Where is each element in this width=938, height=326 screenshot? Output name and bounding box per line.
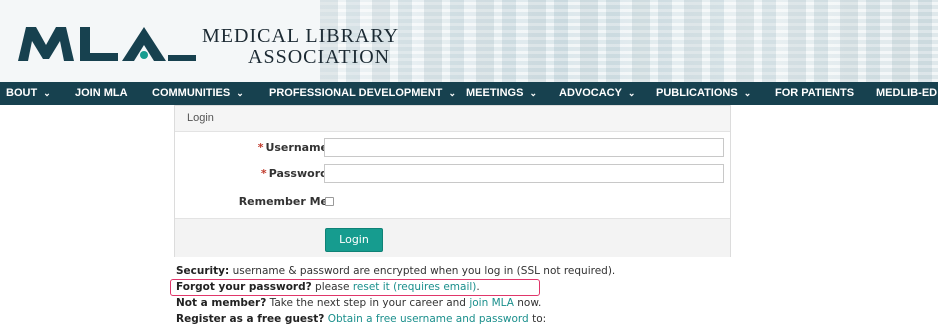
nav-label: FOR PATIENTS bbox=[775, 87, 855, 99]
nav-label: PUBLICATIONS bbox=[656, 87, 738, 99]
nav-label: PROFESSIONAL DEVELOPMENT bbox=[269, 87, 443, 99]
membership-heading: Not a member? bbox=[176, 297, 267, 309]
remember-me-label: Remember Me bbox=[238, 195, 328, 208]
nav-item-for-patients[interactable]: FOR PATIENTS bbox=[775, 82, 854, 105]
password-label-text: Password bbox=[268, 167, 328, 180]
nav-label: MEDLIB-ED bbox=[876, 87, 938, 99]
main-nav: BOUT ⌄ JOIN MLA COMMUNITIES ⌄ PROFESSION… bbox=[0, 82, 938, 105]
membership-text: Take the next step in your career and bbox=[266, 297, 470, 309]
nav-label: COMMUNITIES bbox=[152, 87, 231, 99]
chevron-down-icon: ⌄ bbox=[43, 88, 51, 98]
guest-heading: Register as a free guest? bbox=[176, 313, 325, 325]
username-input[interactable] bbox=[324, 138, 724, 157]
username-label: * Username bbox=[258, 141, 328, 154]
chevron-down-icon: ⌄ bbox=[448, 88, 456, 98]
required-marker: * bbox=[257, 141, 264, 154]
nav-item-advocacy[interactable]: ADVOCACY ⌄ bbox=[559, 82, 635, 105]
guest-end: to: bbox=[528, 313, 547, 325]
security-note-heading: Security: bbox=[176, 265, 230, 277]
obtain-guest-account-link[interactable]: Obtain a free username and password bbox=[328, 313, 529, 325]
nav-label: ADVOCACY bbox=[559, 87, 622, 99]
chevron-down-icon: ⌄ bbox=[627, 88, 636, 98]
join-mla-link[interactable]: join MLA bbox=[469, 297, 514, 309]
header-banner: Medical Library Association bbox=[0, 0, 938, 82]
chevron-down-icon: ⌄ bbox=[743, 88, 752, 98]
chevron-down-icon: ⌄ bbox=[236, 88, 244, 98]
nav-item-publications[interactable]: PUBLICATIONS ⌄ bbox=[656, 82, 751, 105]
security-note: Security: username & password are encryp… bbox=[176, 265, 615, 277]
nav-label: BOUT bbox=[6, 87, 38, 99]
chevron-down-icon: ⌄ bbox=[529, 88, 538, 98]
logo-line-2: Association bbox=[248, 46, 391, 68]
membership-note: Not a member? Take the next step in your… bbox=[176, 297, 541, 309]
remember-me-checkbox[interactable] bbox=[325, 197, 334, 206]
forgot-password-end: . bbox=[476, 281, 480, 293]
nav-item-medlib-ed[interactable]: MEDLIB-ED bbox=[876, 82, 937, 105]
username-row: * Username bbox=[175, 138, 730, 160]
nav-item-professional-development[interactable]: PROFESSIONAL DEVELOPMENT ⌄ bbox=[269, 82, 456, 105]
login-panel-title: Login bbox=[175, 106, 730, 132]
forgot-password-text: please bbox=[311, 281, 353, 293]
logo-line-1: Medical Library bbox=[202, 25, 400, 47]
nav-item-communities[interactable]: COMMUNITIES ⌄ bbox=[152, 82, 244, 105]
remember-row: Remember Me bbox=[175, 192, 730, 214]
nav-item-meetings[interactable]: MEETINGS ⌄ bbox=[466, 82, 537, 105]
reset-password-link[interactable]: reset it (requires email) bbox=[353, 281, 477, 293]
password-row: * Password bbox=[175, 164, 730, 186]
forgot-password-note: Forgot your password? please reset it (r… bbox=[176, 281, 480, 293]
login-button[interactable]: Login bbox=[325, 228, 383, 252]
banner-background bbox=[320, 0, 938, 82]
forgot-password-heading: Forgot your password? bbox=[176, 281, 312, 293]
nav-item-join-mla[interactable]: JOIN MLA bbox=[75, 82, 128, 105]
membership-end: now. bbox=[513, 297, 542, 309]
password-input[interactable] bbox=[324, 164, 724, 183]
logo-wordmark: Medical Library Association bbox=[202, 26, 399, 68]
security-note-text: username & password are encrypted when y… bbox=[229, 265, 616, 277]
guest-note: Register as a free guest? Obtain a free … bbox=[176, 313, 546, 325]
nav-label: MEETINGS bbox=[466, 87, 524, 99]
nav-label: JOIN MLA bbox=[75, 87, 128, 99]
mla-logo-icon[interactable] bbox=[18, 27, 196, 61]
username-label-text: Username bbox=[265, 141, 328, 154]
required-marker: * bbox=[260, 167, 267, 180]
login-panel: Login * Username * Password Remember Me Lo… bbox=[174, 105, 731, 257]
nav-item-about[interactable]: BOUT ⌄ bbox=[6, 82, 51, 105]
login-panel-footer: Login bbox=[175, 218, 730, 257]
password-label: * Password bbox=[261, 167, 328, 180]
